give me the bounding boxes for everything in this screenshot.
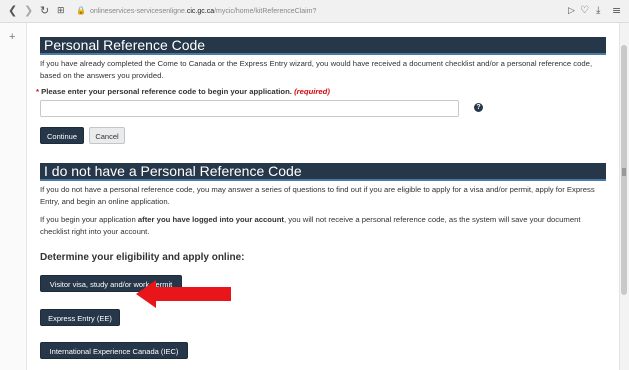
back-icon[interactable]: ❮ (8, 3, 17, 19)
reference-code-label-text: Please enter your personal reference cod… (41, 87, 292, 96)
browser-toolbar: ❮ ❯ ↻ ⊞ 🔒 onlineservices-servicesenligne.… (0, 0, 629, 23)
send-icon[interactable]: ▷ (568, 3, 575, 19)
url-prefix: onlineservices-servicesenligne. (89, 8, 187, 15)
add-icon[interactable]: + (9, 31, 15, 43)
section2-paragraph-1: If you do not have a personal reference … (40, 185, 595, 206)
para2-bold-text: after you have logged into your account (137, 215, 284, 224)
lock-icon: 🔒 (76, 6, 86, 15)
left-sidebar: + (0, 23, 27, 370)
section2-paragraph-2: If you begin your application after you … (40, 214, 606, 237)
url-suffix: /mycic/home/kitReferenceClaim? (214, 8, 317, 15)
required-text: (required) (294, 87, 330, 96)
scrollbar-grip (622, 168, 626, 176)
apps-grid-icon[interactable]: ⊞ (57, 3, 65, 19)
red-arrow-annotation (136, 280, 231, 308)
continue-button[interactable]: Continue (40, 127, 84, 144)
address-bar[interactable]: 🔒 onlineservices-servicesenligne.cic.gc.c… (76, 3, 596, 19)
section-heading-personal-reference-code: Personal Reference Code (40, 37, 606, 55)
favorite-heart-icon[interactable]: ♡ (580, 3, 589, 19)
scrollbar[interactable] (619, 23, 629, 370)
express-entry-button[interactable]: Express Entry (EE) (40, 309, 120, 326)
download-icon[interactable]: ⤓ (596, 3, 600, 19)
cancel-button[interactable]: Cancel (89, 127, 125, 144)
help-icon[interactable]: ? (474, 103, 483, 112)
forward-icon[interactable]: ❯ (24, 3, 33, 19)
menu-icon[interactable]: ≡ (612, 3, 621, 19)
eligibility-subheading: Determine your eligibility and apply onl… (40, 252, 245, 263)
reference-code-label: * Please enter your personal reference c… (36, 87, 330, 96)
url-domain: cic.gc.ca (186, 8, 215, 15)
para2-text-start: If you begin your application (40, 215, 138, 224)
iec-button[interactable]: International Experience Canada (IEC) (40, 342, 188, 359)
section-heading-no-reference-code: I do not have a Personal Reference Code (40, 163, 606, 181)
reload-icon[interactable]: ↻ (40, 3, 49, 19)
section1-description: If you have already completed the Come t… (40, 59, 593, 80)
main-content: Personal Reference Code If you have alre… (36, 23, 606, 370)
reference-code-input[interactable] (40, 100, 459, 117)
